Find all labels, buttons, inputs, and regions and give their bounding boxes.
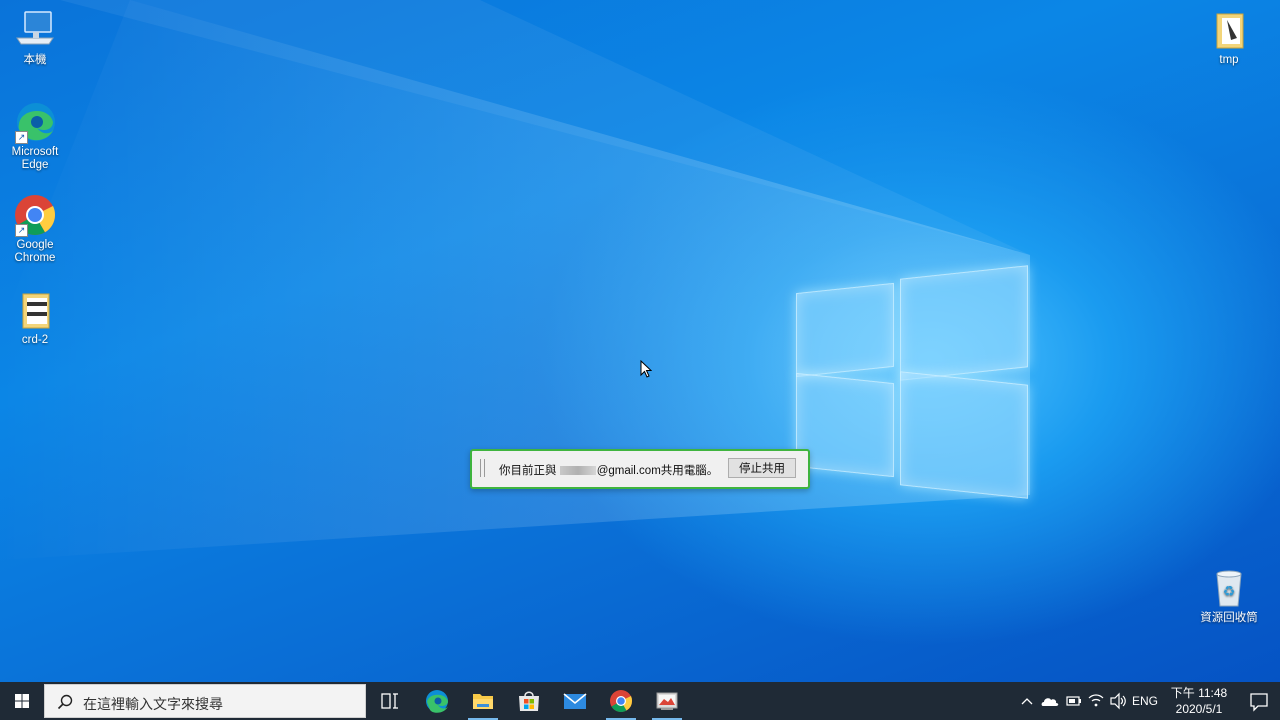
redacted-email bbox=[559, 466, 596, 476]
taskbar-chrome[interactable] bbox=[598, 682, 644, 720]
chrome-icon bbox=[610, 690, 633, 712]
this-pc-icon bbox=[13, 8, 57, 52]
taskbar-file-explorer[interactable] bbox=[460, 682, 506, 720]
clock-time: 下午 11:48 bbox=[1170, 686, 1228, 700]
search-placeholder: 在這裡輸入文字來搜尋 bbox=[83, 696, 223, 712]
mouse-cursor-icon bbox=[640, 360, 652, 378]
onedrive-cloud-icon bbox=[1041, 698, 1059, 706]
folder-icon bbox=[13, 288, 57, 332]
task-view-button[interactable] bbox=[367, 682, 413, 720]
tray-onedrive[interactable] bbox=[1040, 682, 1060, 720]
tray-volume[interactable] bbox=[1108, 682, 1128, 720]
desktop-icon-this-pc[interactable]: 本機 bbox=[0, 8, 70, 67]
wallpaper-light-beam bbox=[0, 0, 1030, 560]
taskbar-edge[interactable] bbox=[414, 682, 460, 720]
search-icon bbox=[57, 694, 73, 710]
chrome-icon: ↗ bbox=[13, 193, 57, 237]
start-button[interactable] bbox=[0, 682, 44, 720]
desktop-icon-crd-2[interactable]: crd-2 bbox=[0, 288, 70, 347]
tray-show-hidden-icons[interactable] bbox=[1018, 682, 1036, 720]
sharing-message-suffix: @gmail.com共用電腦。 bbox=[596, 465, 719, 477]
tray-network[interactable] bbox=[1086, 682, 1106, 720]
stop-sharing-button[interactable]: 停止共用 bbox=[728, 458, 796, 478]
input-language-label: ENG bbox=[1132, 694, 1159, 708]
edge-icon bbox=[426, 690, 448, 713]
sharing-message-prefix: 你目前正與 bbox=[499, 465, 557, 477]
remote-desktop-icon bbox=[656, 692, 678, 710]
windows-logo-wallpaper bbox=[790, 250, 1035, 500]
tray-clock[interactable]: 下午 11:48 2020/5/1 bbox=[1162, 685, 1236, 717]
desktop-icon-label: crd-2 bbox=[21, 334, 49, 346]
desktop-icon-chrome[interactable]: ↗ Google Chrome bbox=[0, 193, 70, 265]
drag-handle[interactable] bbox=[480, 459, 485, 477]
remote-sharing-bar: 你目前正與 @gmail.com共用電腦。 停止共用 bbox=[470, 449, 810, 489]
action-center-button[interactable] bbox=[1238, 682, 1280, 720]
taskbar-search-box[interactable]: 在這裡輸入文字來搜尋 bbox=[44, 684, 366, 718]
tray-input-language[interactable]: ENG bbox=[1132, 682, 1160, 720]
edge-icon: ↗ bbox=[13, 100, 57, 144]
battery-icon bbox=[1066, 696, 1081, 706]
chevron-up-icon bbox=[1021, 698, 1033, 705]
desktop-icon-tmp[interactable]: tmp bbox=[1194, 8, 1264, 67]
taskbar: 在這裡輸入文字來搜尋 ENG 下午 11:48 2020/5/1 bbox=[0, 682, 1280, 720]
desktop-icon-label: Google Chrome bbox=[14, 239, 56, 264]
notification-icon bbox=[1250, 693, 1268, 712]
task-view-icon bbox=[381, 693, 398, 709]
microsoft-store-icon bbox=[519, 691, 539, 711]
desktop-icon-recycle-bin[interactable]: ♻ 資源回收筒 bbox=[1194, 566, 1264, 625]
speaker-icon bbox=[1110, 692, 1126, 710]
desktop-icon-label: tmp bbox=[1219, 54, 1239, 66]
taskbar-microsoft-store[interactable] bbox=[506, 682, 552, 720]
desktop-icon-label: Microsoft Edge bbox=[11, 146, 59, 171]
windows-start-icon bbox=[15, 694, 29, 708]
desktop-icon-label: 資源回收筒 bbox=[1200, 612, 1258, 624]
shortcut-arrow-icon: ↗ bbox=[15, 131, 28, 144]
recycle-bin-icon: ♻ bbox=[1207, 566, 1251, 610]
file-explorer-icon bbox=[473, 694, 493, 709]
wifi-icon bbox=[1088, 694, 1104, 707]
clock-date: 2020/5/1 bbox=[1175, 702, 1223, 716]
shortcut-arrow-icon: ↗ bbox=[15, 224, 28, 237]
sharing-message: 你目前正與 @gmail.com共用電腦。 bbox=[499, 462, 718, 478]
desktop: 本機 ↗ Microsoft Edge ↗ Google Chrome crd-… bbox=[0, 0, 1280, 682]
desktop-icon-edge[interactable]: ↗ Microsoft Edge bbox=[0, 100, 70, 172]
folder-icon bbox=[1207, 8, 1251, 52]
tray-battery[interactable] bbox=[1064, 682, 1084, 720]
svg-text:♻: ♻ bbox=[1223, 584, 1236, 600]
mail-icon bbox=[563, 693, 587, 709]
desktop-icon-label: 本機 bbox=[23, 54, 47, 66]
taskbar-remote-desktop[interactable] bbox=[644, 682, 690, 720]
taskbar-mail[interactable] bbox=[552, 682, 598, 720]
